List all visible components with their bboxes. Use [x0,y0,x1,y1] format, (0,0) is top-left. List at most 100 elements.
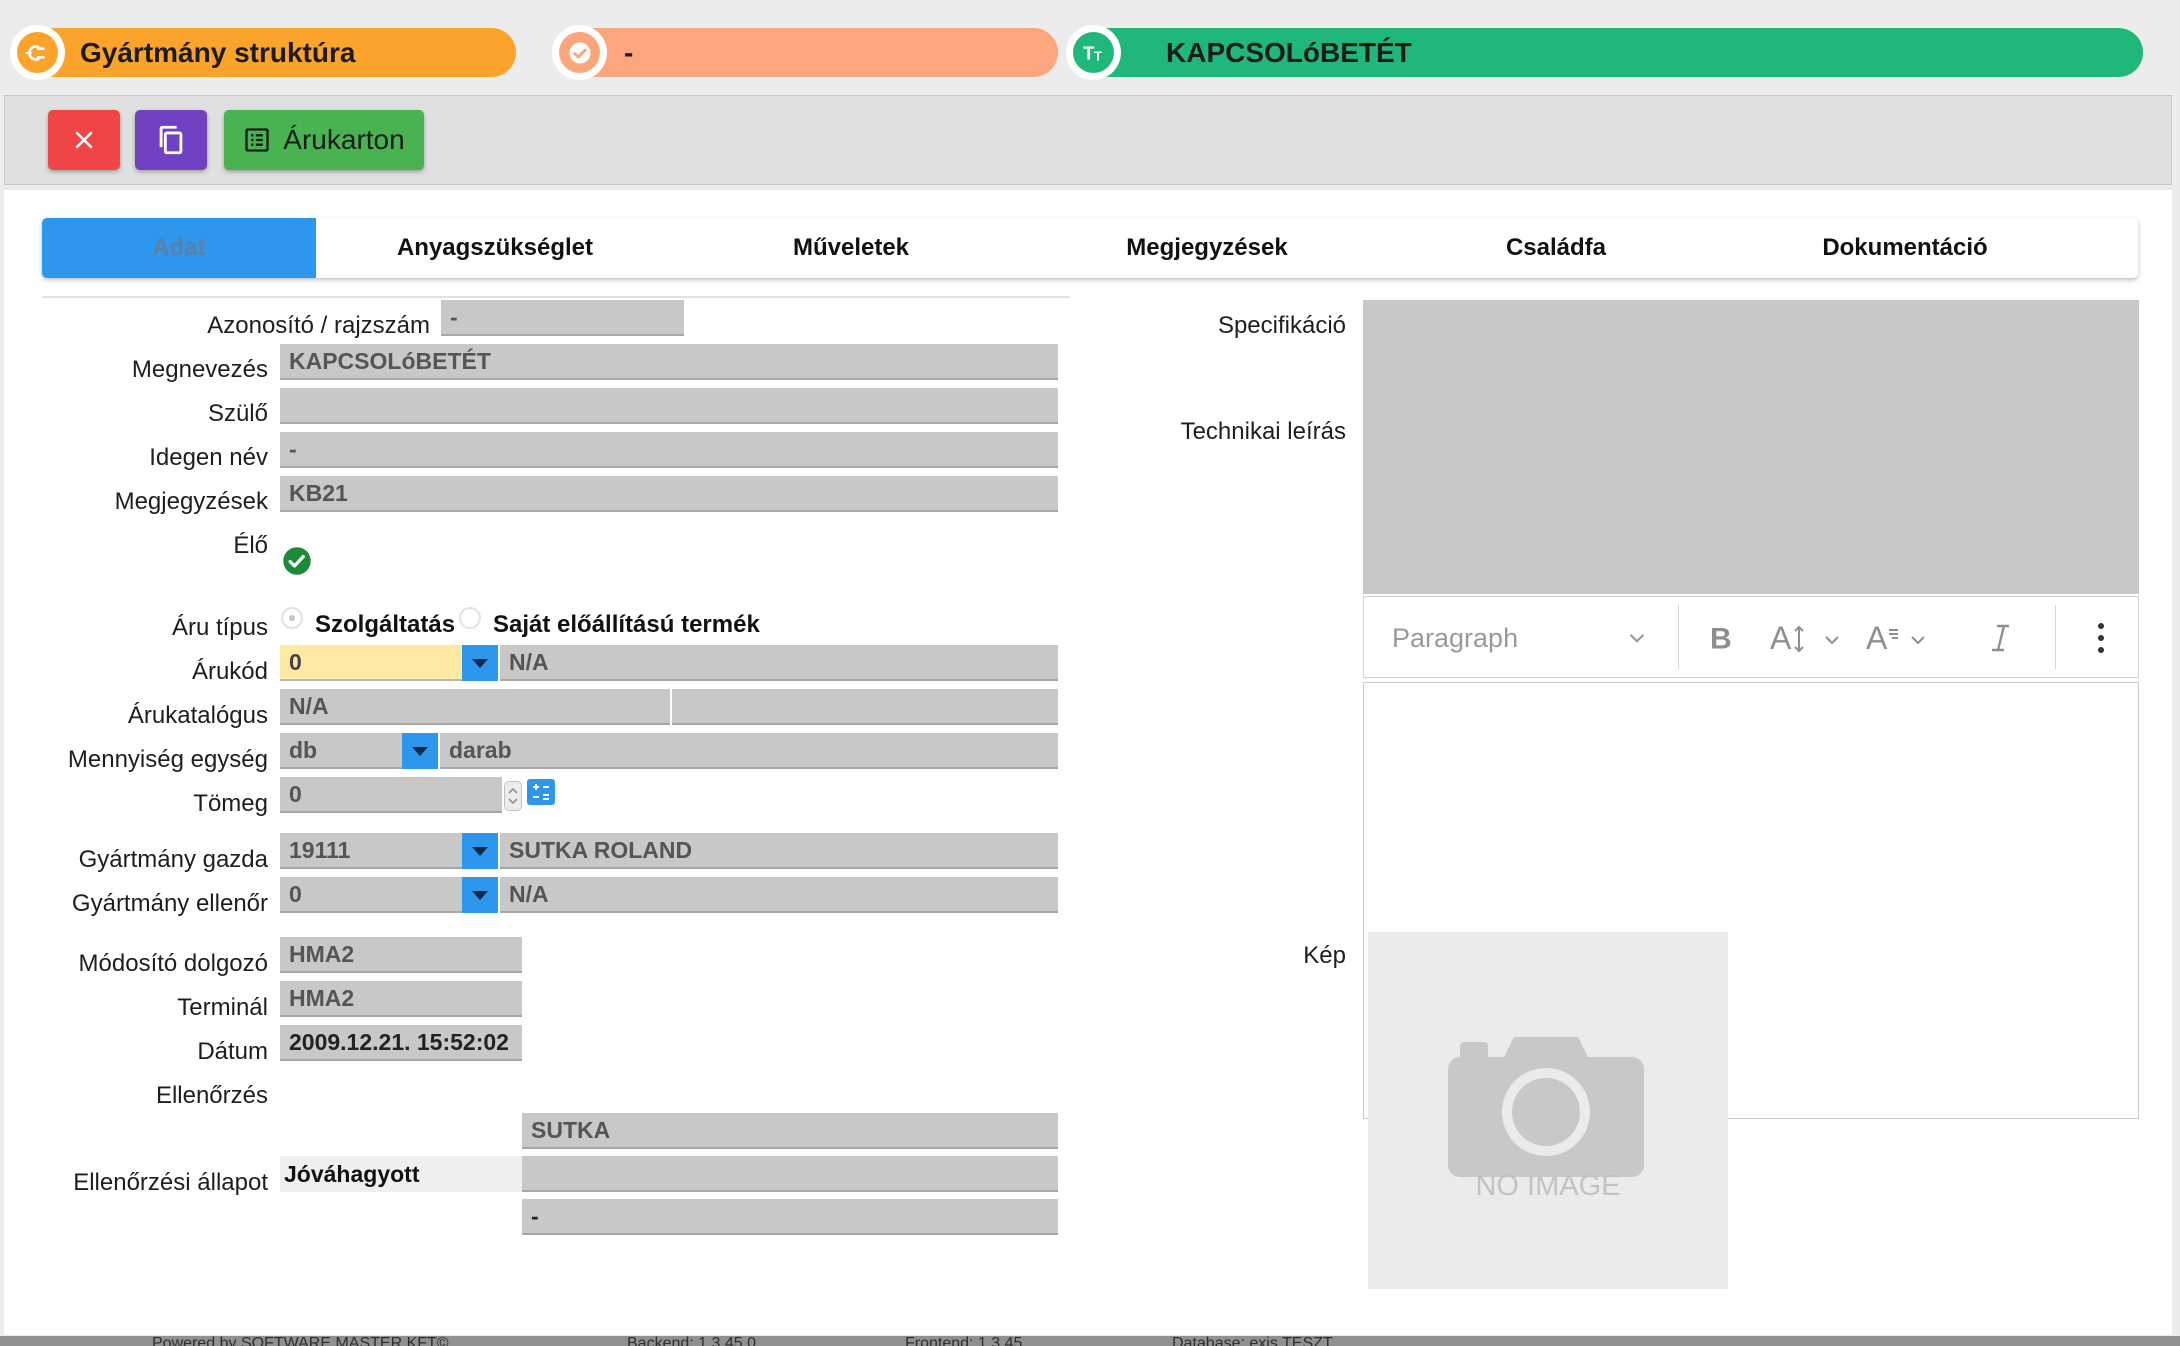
svg-text:T: T [1094,48,1102,63]
label-specifikacio: Specifikáció [1217,312,1346,339]
label-aru-tipus: Áru típus [171,614,268,641]
radio-sajat-eloallitasu[interactable] [459,607,481,629]
gyartmany-gazda-dropdown-button[interactable] [462,833,498,869]
tab-dokumentacio[interactable]: Dokumentáció [1727,218,2083,278]
spinner-arrows-icon [508,787,518,805]
chevron-down-icon [1629,633,1645,643]
tomeg-spinner[interactable] [504,781,522,811]
arukod-dropdown-button[interactable] [462,645,498,681]
arukod-code-field[interactable]: 0 [280,645,464,681]
calculator-button[interactable] [527,779,555,805]
status-frontend: Frontend: 1.3.45 [905,1336,1023,1346]
status-backend: Backend: 1.3.45.0 [627,1336,756,1346]
more-options-button[interactable] [2094,613,2122,663]
item-name-pill[interactable]: TT KAPCSOLóBETÉT [1066,25,2143,80]
arukatalogus-secondary-field [672,689,1058,725]
label-megnevezes: Megnevezés [131,356,268,383]
main-panel: Adat Anyagszükséglet Műveletek Megjegyzé… [4,190,2172,1335]
breadcrumb-structure-label: Gyártmány struktúra [80,36,356,68]
elo-check-icon[interactable] [282,546,312,576]
gyartmany-ellenor-name-field: N/A [500,877,1058,913]
font-size-icon: A [1770,620,1839,656]
mennyiseg-egyseg-dropdown-button[interactable] [402,733,438,769]
label-technikai-leiras: Technikai leírás [1180,418,1346,445]
bold-button[interactable]: B [1704,613,1744,663]
check-badge-icon-circle [552,25,607,80]
label-azonosito: Azonosító / rajzszám [207,312,430,339]
arukarton-label: Árukarton [283,124,405,155]
more-vertical-icon [2098,623,2104,653]
status-database: Database: exis TESZT [1172,1336,1333,1346]
label-terminal: Terminál [177,994,268,1021]
list-icon [245,128,269,152]
megjegyzesek-field[interactable]: KB21 [280,476,1058,512]
gyartmany-ellenor-dropdown-button[interactable] [462,877,498,913]
arukatalogus-field[interactable]: N/A [280,689,670,725]
font-size-button[interactable]: A [1768,613,1848,663]
close-button[interactable] [48,110,120,170]
tab-bar: Adat Anyagszükséglet Műveletek Megjegyzé… [42,218,2138,278]
terminal-field: HMA2 [280,981,522,1017]
svg-text:A: A [1770,620,1792,656]
calculator-icon [533,784,549,800]
label-gyartmany-gazda: Gyártmány gazda [78,846,268,873]
plug-icon-circle [10,25,65,80]
status-powered-by: Powered by SOFTWARE MASTER KFT© [152,1336,449,1346]
label-idegen-nev: Idegen név [149,444,268,471]
label-szulo: Szülő [207,400,268,427]
item-name-pill-label: KAPCSOLóBETÉT [1166,36,1412,68]
text-type-icon: TT [1083,42,1102,63]
svg-text:A: A [1866,620,1888,656]
chevron-down-icon [472,846,488,856]
ellenorzes-extra-field [522,1156,1058,1192]
mennyiseg-egyseg-code-field[interactable]: db [280,733,404,769]
mennyiseg-egyseg-name-field: darab [440,733,1058,769]
image-placeholder[interactable]: NO IMAGE [1368,932,1728,1289]
label-gyartmany-ellenor: Gyártmány ellenőr [71,890,268,917]
modosito-dolgozo-field: HMA2 [280,937,522,973]
datum-field: 2009.12.21. 15:52:02 [280,1025,522,1061]
close-icon [75,131,93,149]
tab-muveletek[interactable]: Műveletek [673,218,1029,278]
label-datum: Dátum [197,1038,268,1065]
status-pill[interactable]: - [552,25,1058,80]
tomeg-field[interactable]: 0 [280,777,502,813]
gyartmany-gazda-code-field[interactable]: 19111 [280,833,464,869]
italic-icon [1992,624,2009,652]
label-megjegyzesek: Megjegyzések [114,488,268,515]
camera-icon [1448,1037,1644,1177]
status-bar: Powered by SOFTWARE MASTER KFT© Backend:… [0,1336,2180,1346]
toolbar: Árukarton [4,95,2172,185]
toolbar-separator [2055,605,2056,669]
toolbar-separator [1678,605,1679,669]
tab-csaladfa[interactable]: Családfa [1385,218,1727,278]
gyartmany-ellenor-code-field[interactable]: 0 [280,877,464,913]
label-mennyiseg-egyseg: Mennyiség egység [67,746,268,773]
label-tomeg: Tömeg [193,790,268,817]
label-ellenorzes: Ellenőrzés [155,1082,268,1109]
tab-adat[interactable]: Adat [42,218,316,278]
tab-megjegyzesek[interactable]: Megjegyzések [1029,218,1385,278]
copy-button[interactable] [135,110,207,170]
chevron-down-icon [472,658,488,668]
szulo-field[interactable] [280,388,1058,424]
check-badge-icon [569,42,590,63]
editor-toolbar: Paragraph B A A [1363,596,2139,678]
azonosito-field[interactable]: - [441,300,684,336]
megnevezes-field[interactable]: KAPCSOLóBETÉT [280,344,1058,380]
font-family-button[interactable]: A [1864,613,1944,663]
chevron-down-icon [412,746,428,756]
label-elo: Élő [233,532,268,559]
italic-button[interactable] [1984,613,2024,663]
plug-icon [25,44,45,61]
radio-szolgaltatas[interactable] [281,607,303,629]
paragraph-select[interactable]: Paragraph [1392,613,1652,663]
tab-anyagszukseglet[interactable]: Anyagszükséglet [317,218,673,278]
radio-sajat-eloallitasu-label: Saját előállítású termék [493,611,760,638]
breadcrumb-structure[interactable]: Gyártmány struktúra [10,25,516,80]
arukarton-button[interactable]: Árukarton [224,110,424,170]
chevron-down-icon [472,890,488,900]
ellenorzesi-allapot-status[interactable]: Jóváhagyott [280,1156,522,1192]
idegen-nev-field[interactable]: - [280,432,1058,468]
specifikacio-field[interactable] [1363,300,2139,594]
